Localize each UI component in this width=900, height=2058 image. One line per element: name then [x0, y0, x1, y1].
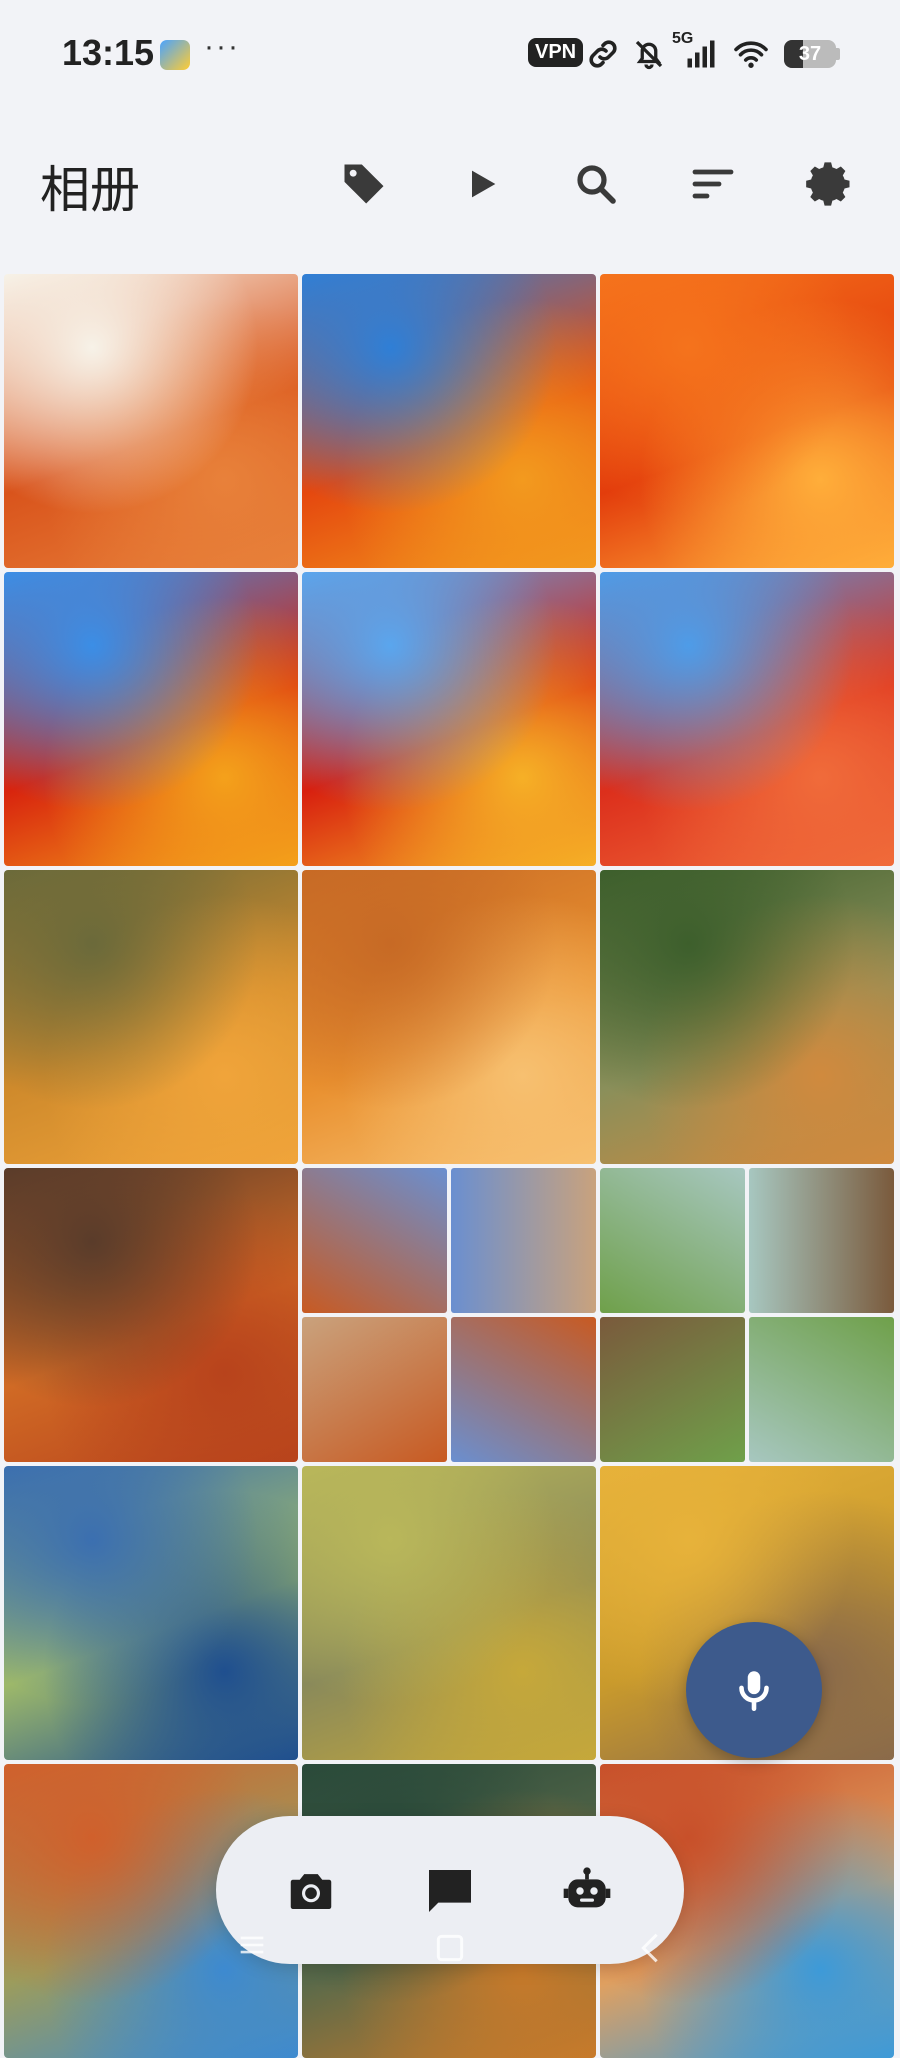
home-nav-icon[interactable]: [430, 1928, 470, 1968]
microphone-icon: [739, 1671, 769, 1712]
photo-8[interactable]: [302, 870, 596, 1164]
sort-button[interactable]: [683, 154, 743, 214]
tag-button[interactable]: [334, 154, 394, 214]
photo-1[interactable]: [4, 274, 298, 568]
link-icon: [589, 40, 617, 68]
photo-10[interactable]: [4, 1168, 298, 1462]
collage-cell: [749, 1168, 894, 1313]
gear-icon: [806, 162, 850, 206]
photo-3[interactable]: [600, 274, 894, 568]
tag-icon: [344, 164, 384, 204]
photo-2[interactable]: [302, 274, 596, 568]
menu-nav-icon[interactable]: [232, 1928, 272, 1962]
status-time: 13:15: [62, 32, 155, 73]
camera-icon: [290, 1874, 332, 1909]
chat-icon: [429, 1870, 471, 1912]
battery-icon: 37: [784, 40, 836, 68]
back-nav-icon[interactable]: [630, 1928, 670, 1968]
chat-button[interactable]: [415, 1856, 485, 1926]
photo-5[interactable]: [302, 572, 596, 866]
photo-9[interactable]: [600, 870, 894, 1164]
battery-tip: [836, 48, 840, 60]
collage-cell: [302, 1168, 447, 1313]
app-bar: 相册: [0, 120, 900, 250]
sort-icon: [692, 169, 734, 199]
status-bar: 13:15 ··· VPN 5G 37: [0, 0, 900, 110]
photo-4[interactable]: [4, 572, 298, 866]
collage-cell: [600, 1168, 745, 1313]
signal-icon: [687, 40, 715, 68]
search-icon: [577, 165, 616, 204]
photo-6[interactable]: [600, 572, 894, 866]
app-badge-icon: [160, 40, 190, 70]
search-button[interactable]: [566, 154, 626, 214]
settings-button[interactable]: [800, 154, 860, 214]
mute-bell-icon: [635, 40, 663, 70]
photo-7[interactable]: [4, 870, 298, 1164]
assistant-button[interactable]: [552, 1856, 622, 1926]
battery-level: 37: [798, 43, 822, 65]
collage-cell: [600, 1317, 745, 1462]
robot-icon: [563, 1867, 611, 1908]
wifi-icon: [734, 41, 768, 68]
collage-cell: [451, 1317, 596, 1462]
photo-13[interactable]: [4, 1466, 298, 1760]
vpn-badge: VPN: [528, 38, 584, 67]
status-overflow: ···: [204, 30, 240, 63]
slideshow-button[interactable]: [452, 154, 512, 214]
photo-12-collage[interactable]: [600, 1168, 894, 1462]
camera-button[interactable]: [276, 1856, 346, 1926]
page-title: 相册: [40, 162, 140, 218]
voice-input-button[interactable]: [686, 1622, 822, 1758]
photo-11-collage[interactable]: [302, 1168, 596, 1462]
play-icon: [472, 170, 496, 198]
photo-14[interactable]: [302, 1466, 596, 1760]
collage-cell: [451, 1168, 596, 1313]
collage-cell: [749, 1317, 894, 1462]
collage-cell: [302, 1317, 447, 1462]
